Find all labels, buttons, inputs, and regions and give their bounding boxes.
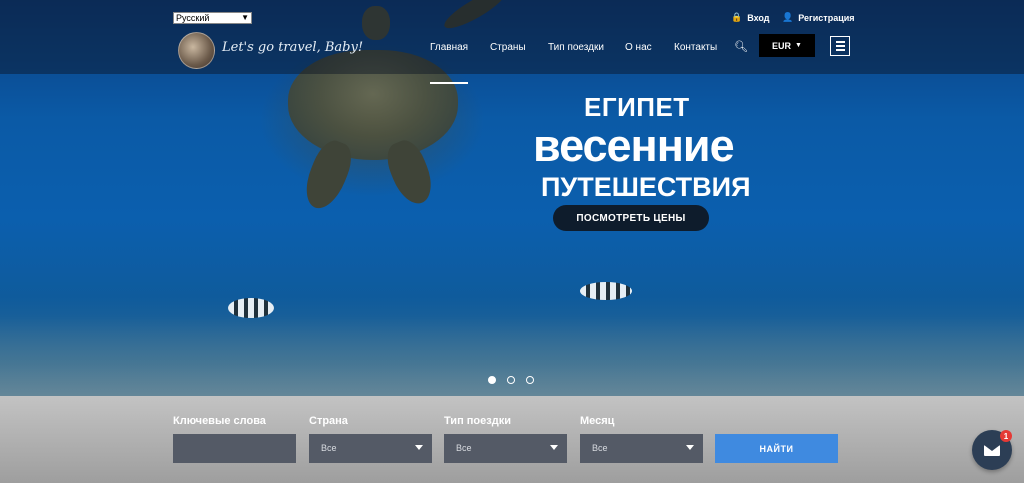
currency-select[interactable]: EUR ▼	[759, 34, 815, 57]
slider-dot-1[interactable]	[488, 376, 496, 384]
fish-image	[228, 298, 274, 318]
menu-line	[835, 49, 845, 51]
seabed	[0, 316, 1024, 396]
hero-country: ЕГИПЕТ	[584, 92, 690, 122]
nav-contacts[interactable]: Контакты	[674, 42, 717, 53]
country-select[interactable]: Все	[309, 434, 432, 463]
currency-value: EUR	[772, 40, 792, 51]
search-icon[interactable]: 🔍︎	[734, 40, 748, 53]
header-bar	[0, 0, 1024, 74]
menu-button[interactable]	[830, 36, 850, 56]
login-link[interactable]: 🔒 Вход	[731, 12, 769, 23]
find-button[interactable]: НАЙТИ	[715, 434, 838, 463]
month-label: Месяц	[580, 415, 615, 427]
caret-down-icon: ▼	[795, 42, 802, 49]
nav-home[interactable]: Главная	[430, 42, 469, 84]
keywords-label: Ключевые слова	[173, 415, 266, 427]
menu-line	[835, 41, 845, 43]
slider-dot-2[interactable]	[507, 376, 515, 384]
turtle-flipper	[381, 135, 439, 210]
fish-image	[580, 282, 632, 300]
trip-type-value: Все	[456, 443, 472, 453]
hero-subheadline: ПУТЕШЕСТВИЯ	[541, 172, 751, 202]
chevron-down-icon: ▼	[241, 13, 249, 22]
hero-headline: весенние	[533, 120, 735, 171]
lock-icon: 🔒	[731, 12, 743, 22]
country-value: Все	[321, 443, 337, 453]
month-value: Все	[592, 443, 608, 453]
month-select[interactable]: Все	[580, 434, 703, 463]
chevron-down-icon	[550, 445, 558, 450]
trip-type-label: Тип поездки	[444, 415, 511, 427]
nav-trip-type[interactable]: Тип поездки	[548, 42, 604, 53]
notification-badge: 1	[1000, 430, 1012, 442]
language-select[interactable]: Русский ▼	[173, 12, 252, 24]
envelope-icon	[984, 445, 1000, 456]
login-label: Вход	[747, 12, 770, 23]
chevron-down-icon	[415, 445, 423, 450]
country-label: Страна	[309, 415, 348, 427]
nav-about[interactable]: О нас	[625, 42, 652, 53]
language-select-value: Русский	[176, 13, 210, 23]
trip-type-select[interactable]: Все	[444, 434, 567, 463]
menu-line	[835, 45, 845, 47]
user-icon: 👤	[782, 12, 794, 22]
keywords-input[interactable]	[173, 434, 296, 463]
chevron-down-icon	[686, 445, 694, 450]
view-prices-button[interactable]: ПОСМОТРЕТЬ ЦЕНЫ	[553, 205, 709, 231]
logo[interactable]	[178, 32, 215, 69]
site-slogan: Let's go travel, Baby!	[222, 40, 364, 55]
slider-dot-3[interactable]	[526, 376, 534, 384]
register-link[interactable]: 👤 Регистрация	[782, 12, 855, 23]
register-label: Регистрация	[798, 12, 855, 23]
turtle-flipper	[298, 135, 358, 215]
nav-countries[interactable]: Страны	[490, 42, 526, 53]
